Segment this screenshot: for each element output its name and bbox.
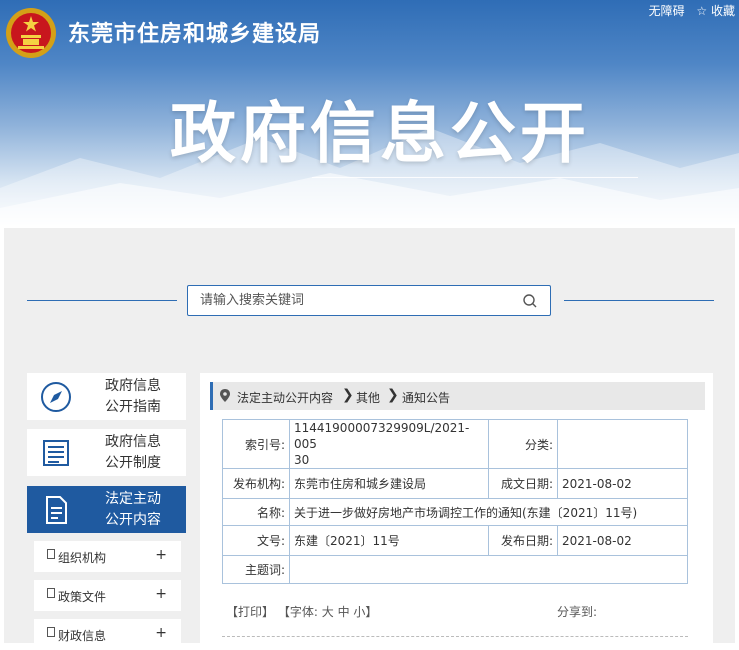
meta-label: 分类: <box>488 419 558 469</box>
meta-value-subject <box>289 555 688 584</box>
chevron-right-icon: ❯ <box>342 387 354 403</box>
subitem-label: 组织机构 <box>58 551 107 565</box>
search-line-left <box>27 300 177 301</box>
site-title: 东莞市住房和城乡建设局 <box>68 22 322 47</box>
meta-value-published: 2021-08-02 <box>557 525 688 556</box>
meta-label: 文号: <box>222 525 290 556</box>
chevron-right-icon: ❯ <box>387 387 399 403</box>
meta-value-created: 2021-08-02 <box>557 468 688 499</box>
meta-label: 索引号: <box>222 419 290 469</box>
list-icon <box>43 440 69 466</box>
search-icon[interactable] <box>522 293 538 309</box>
top-links: 无障碍 ☆ 收藏 <box>641 2 735 19</box>
meta-value-agency: 东莞市住房和城乡建设局 <box>289 468 489 499</box>
nav-card-line1: 法定主动 <box>105 491 161 507</box>
subitem-policy[interactable]: 政策文件 + <box>34 580 181 611</box>
accessibility-link[interactable]: 无障碍 <box>649 4 685 18</box>
nav-card-label: 政府信息 公开制度 <box>105 432 161 474</box>
font-size-label: 【字体: <box>277 605 318 619</box>
nav-card-label: 法定主动 公开内容 <box>105 489 161 531</box>
nav-card-line2: 公开指南 <box>105 399 161 415</box>
banner-divider <box>312 177 638 178</box>
file-icon <box>47 588 55 598</box>
breadcrumb-item-content[interactable]: 法定主动公开内容 <box>237 389 333 406</box>
subitem-organization[interactable]: 组织机构 + <box>34 541 181 572</box>
subitem-label: 政策文件 <box>58 590 107 604</box>
article-tools: 【打印】 【字体: 大 中 小】 <box>226 603 377 620</box>
meta-label: 名称: <box>222 498 290 526</box>
nav-card-active-content[interactable]: 法定主动 公开内容 <box>27 486 186 533</box>
banner-title: 政府信息公开 <box>170 95 590 172</box>
nav-card-line2: 公开内容 <box>105 512 161 528</box>
share-label: 分享到: <box>557 605 598 619</box>
nav-card-guide[interactable]: 政府信息 公开指南 <box>27 373 186 420</box>
file-icon <box>47 549 55 559</box>
meta-value-docno: 东建〔2021〕11号 <box>289 525 489 556</box>
expand-icon[interactable]: + <box>155 625 167 641</box>
breadcrumb-accent <box>210 382 213 410</box>
national-emblem-icon <box>6 8 56 58</box>
font-large-button[interactable]: 大 <box>322 605 334 619</box>
nav-card-line1: 政府信息 <box>105 434 161 450</box>
compass-icon <box>41 382 71 412</box>
location-pin-icon <box>220 389 230 402</box>
meta-label: 主题词: <box>222 555 290 584</box>
meta-label: 成文日期: <box>488 468 558 499</box>
search-line-right <box>564 300 714 301</box>
file-icon <box>47 627 55 637</box>
font-small-button[interactable]: 小】 <box>353 605 377 619</box>
nav-card-label: 政府信息 公开指南 <box>105 376 161 418</box>
print-button[interactable]: 【打印】 <box>226 605 274 619</box>
nav-card-system[interactable]: 政府信息 公开制度 <box>27 429 186 476</box>
nav-card-line1: 政府信息 <box>105 378 161 394</box>
dashed-divider <box>222 636 688 637</box>
meta-label: 发布机构: <box>222 468 290 499</box>
site-header: 东莞市住房和城乡建设局 无障碍 ☆ 收藏 政府信息公开 <box>0 0 739 228</box>
breadcrumb: 法定主动公开内容 ❯ 其他 ❯ 通知公告 <box>210 382 705 410</box>
search-box <box>187 285 551 316</box>
search-input[interactable] <box>198 292 512 309</box>
breadcrumb-item-other[interactable]: 其他 <box>356 389 380 406</box>
subitem-label: 财政信息 <box>58 629 107 643</box>
index-line-2: 30 <box>294 453 310 467</box>
meta-value-category <box>557 419 688 469</box>
document-icon <box>46 496 67 524</box>
expand-icon[interactable]: + <box>155 586 167 602</box>
meta-value-index: 11441900007329909L/2021-005 30 <box>289 419 489 469</box>
breadcrumb-item-notice[interactable]: 通知公告 <box>402 389 450 406</box>
bookmark-link[interactable]: ☆ 收藏 <box>696 4 735 18</box>
index-line-1: 11441900007329909L/2021-005 <box>294 421 470 451</box>
nav-card-line2: 公开制度 <box>105 455 161 471</box>
subitem-finance[interactable]: 财政信息 + <box>34 619 181 650</box>
document-meta-table: 索引号: 11441900007329909L/2021-005 30 分类: … <box>222 419 688 584</box>
font-medium-button[interactable]: 中 <box>338 605 350 619</box>
meta-value-name: 关于进一步做好房地产市场调控工作的通知(东建〔2021〕11号) <box>289 498 688 526</box>
expand-icon[interactable]: + <box>155 547 167 563</box>
meta-label: 发布日期: <box>488 525 558 556</box>
